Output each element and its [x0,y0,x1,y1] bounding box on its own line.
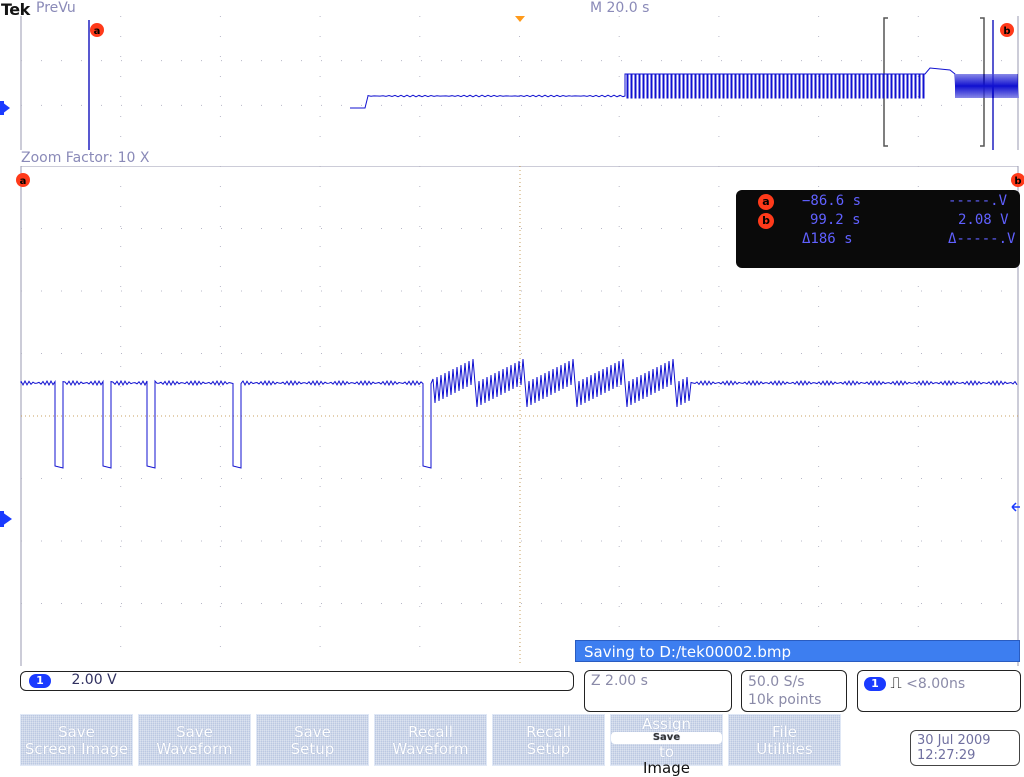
prevu-label: PreVu [36,0,76,16]
trigger-position-icon [515,16,525,22]
zoom-scale-readout[interactable]: Z 2.00 s [584,670,732,712]
save-setup-button[interactable]: Save Setup [256,714,369,766]
menu-label-line1: File [771,723,798,741]
recall-waveform-button[interactable]: Recall Waveform [374,714,487,766]
menu-label-line1: Assign [641,715,692,733]
zoom-time-per-div: Z 2.00 s [591,673,648,689]
assign-save-to-image-button[interactable]: Assign Save to Image [610,714,723,776]
save-status-banner: Saving to D:/tek00002.bmp [575,640,1020,662]
file-utilities-button[interactable]: File Utilities [728,714,841,766]
overview-cursor-a-letter: a [94,26,101,37]
trigger-width: <8.00ns [906,676,966,692]
pulse-trigger-icon: ⎍ [890,673,902,692]
trigger-source-badge: 1 [864,677,886,691]
menu-label-line2: Setup [290,740,335,758]
date-time-readout: 30 Jul 2009 12:27:29 [910,730,1020,766]
acquisition-readout[interactable]: 50.0 S/s 10k points [741,670,847,712]
main-timebase: M 20.0 s [590,0,650,16]
menu-label-line1: Save [58,723,95,741]
save-screen-image-button[interactable]: Save Screen Image [20,714,133,766]
cursor-a-row: a −86.6 s -----.V [758,193,1020,213]
menu-label-line1: Recall [526,723,571,741]
cursor-a-time: −86.6 s [802,193,862,209]
menu-label-line1: Save [294,723,331,741]
overview-trace [350,67,1019,109]
save-waveform-button[interactable]: Save Waveform [138,714,251,766]
cursor-b-time: 99.2 s [810,212,861,228]
cursor-a-volt: -----.V [948,193,1008,209]
cursor-readout-panel[interactable]: a −86.6 s -----.V b 99.2 s 2.08 V Δ186 s… [736,190,1020,268]
menu-label-to: to [658,743,675,761]
cursor-delta-row: Δ186 s Δ-----.V [758,231,1020,251]
ch1-number-badge: 1 [29,674,51,688]
cursor-b-row: b 99.2 s 2.08 V [758,212,1020,232]
sample-rate: 50.0 S/s [748,674,805,690]
menu-label-line1: Save [176,723,213,741]
menu-label-line2: Save to [611,732,722,760]
cursor-delta-time: Δ186 s [802,231,853,247]
zoom-cursor-a-letter: a [20,176,27,187]
cursor-b-volt: 2.08 V [958,212,1009,228]
date: 30 Jul 2009 [917,733,991,748]
ch1-zoom-ground-tab [0,511,4,527]
overview-cursor-b-letter: b [1003,26,1010,37]
ch1-volts-per-div: 2.00 V [71,672,117,688]
trigger-marker-icon [1011,502,1020,512]
menu-label-line2: Waveform [156,740,233,758]
trigger-readout[interactable]: 1 ⎍ <8.00ns [857,670,1021,712]
menu-label-line2: Waveform [392,740,469,758]
zoom-factor-label: Zoom Factor: 10 X [21,150,150,166]
zoom-trace [20,358,1018,469]
overview-window[interactable]: a b [0,16,1024,150]
cursor-a-badge: a [758,194,774,210]
time: 12:27:29 [917,748,976,763]
ch1-scale-readout[interactable]: 1 2.00 V [20,671,574,691]
record-length: 10k points [748,692,822,708]
menu-label-line1: Recall [408,723,453,741]
menu-label-line3: Image [643,759,690,777]
menu-label-line2: Setup [526,740,571,758]
recall-setup-button[interactable]: Recall Setup [492,714,605,766]
cursor-b-badge: b [758,213,774,229]
cursor-delta-volt: Δ-----.V [948,231,1016,247]
zoom-cursor-b-letter: b [1014,176,1021,187]
ch1-ground-marker-tab [0,101,4,115]
menu-label-line2: Screen Image [24,740,129,758]
menu-label-line2: Utilities [756,740,813,758]
